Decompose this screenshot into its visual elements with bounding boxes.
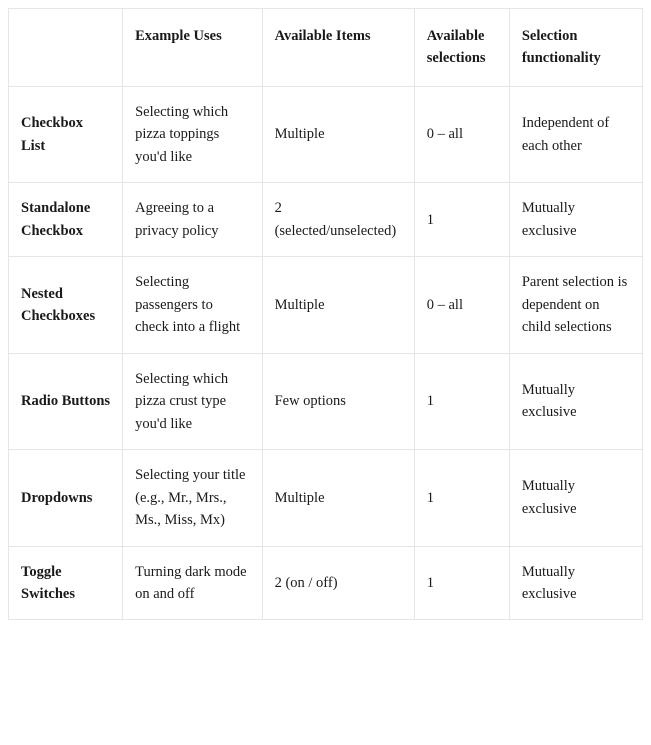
row-available-selections: 1 <box>414 183 509 257</box>
row-available-items: 2 (on / off) <box>262 546 414 620</box>
table-row: Dropdowns Selecting your title (e.g., Mr… <box>9 450 643 546</box>
row-example-uses: Agreeing to a privacy policy <box>123 183 262 257</box>
row-available-selections: 0 – all <box>414 257 509 353</box>
row-name: Dropdowns <box>9 450 123 546</box>
table-row: Nested Checkboxes Selecting passengers t… <box>9 257 643 353</box>
row-selection-functionality: Mutually exclusive <box>509 546 642 620</box>
row-selection-functionality: Independent of each other <box>509 86 642 182</box>
row-example-uses: Selecting passengers to check into a fli… <box>123 257 262 353</box>
row-name: Toggle Switches <box>9 546 123 620</box>
row-available-items: Few options <box>262 353 414 449</box>
table-row: Standalone Checkbox Agreeing to a privac… <box>9 183 643 257</box>
row-available-items: 2 (selected/unselected) <box>262 183 414 257</box>
row-selection-functionality: Parent selection is dependent on child s… <box>509 257 642 353</box>
header-available-items: Available Items <box>262 9 414 87</box>
row-available-selections: 1 <box>414 353 509 449</box>
row-available-selections: 0 – all <box>414 86 509 182</box>
row-selection-functionality: Mutually exclusive <box>509 450 642 546</box>
row-available-selections: 1 <box>414 450 509 546</box>
table-row: Toggle Switches Turning dark mode on and… <box>9 546 643 620</box>
header-selection-functionality: Selection functionality <box>509 9 642 87</box>
row-example-uses: Turning dark mode on and off <box>123 546 262 620</box>
header-blank <box>9 9 123 87</box>
row-example-uses: Selecting which pizza toppings you'd lik… <box>123 86 262 182</box>
row-available-items: Multiple <box>262 257 414 353</box>
row-name: Radio Buttons <box>9 353 123 449</box>
table-row: Checkbox List Selecting which pizza topp… <box>9 86 643 182</box>
row-selection-functionality: Mutually exclusive <box>509 183 642 257</box>
row-name: Checkbox List <box>9 86 123 182</box>
row-available-selections: 1 <box>414 546 509 620</box>
row-available-items: Multiple <box>262 450 414 546</box>
header-example-uses: Example Uses <box>123 9 262 87</box>
table-row: Radio Buttons Selecting which pizza crus… <box>9 353 643 449</box>
row-example-uses: Selecting your title (e.g., Mr., Mrs., M… <box>123 450 262 546</box>
row-name: Nested Checkboxes <box>9 257 123 353</box>
row-available-items: Multiple <box>262 86 414 182</box>
row-selection-functionality: Mutually exclusive <box>509 353 642 449</box>
row-name: Standalone Checkbox <box>9 183 123 257</box>
selection-patterns-table: Example Uses Available Items Available s… <box>8 8 643 620</box>
row-example-uses: Selecting which pizza crust type you'd l… <box>123 353 262 449</box>
table-header-row: Example Uses Available Items Available s… <box>9 9 643 87</box>
header-available-selections: Available selections <box>414 9 509 87</box>
